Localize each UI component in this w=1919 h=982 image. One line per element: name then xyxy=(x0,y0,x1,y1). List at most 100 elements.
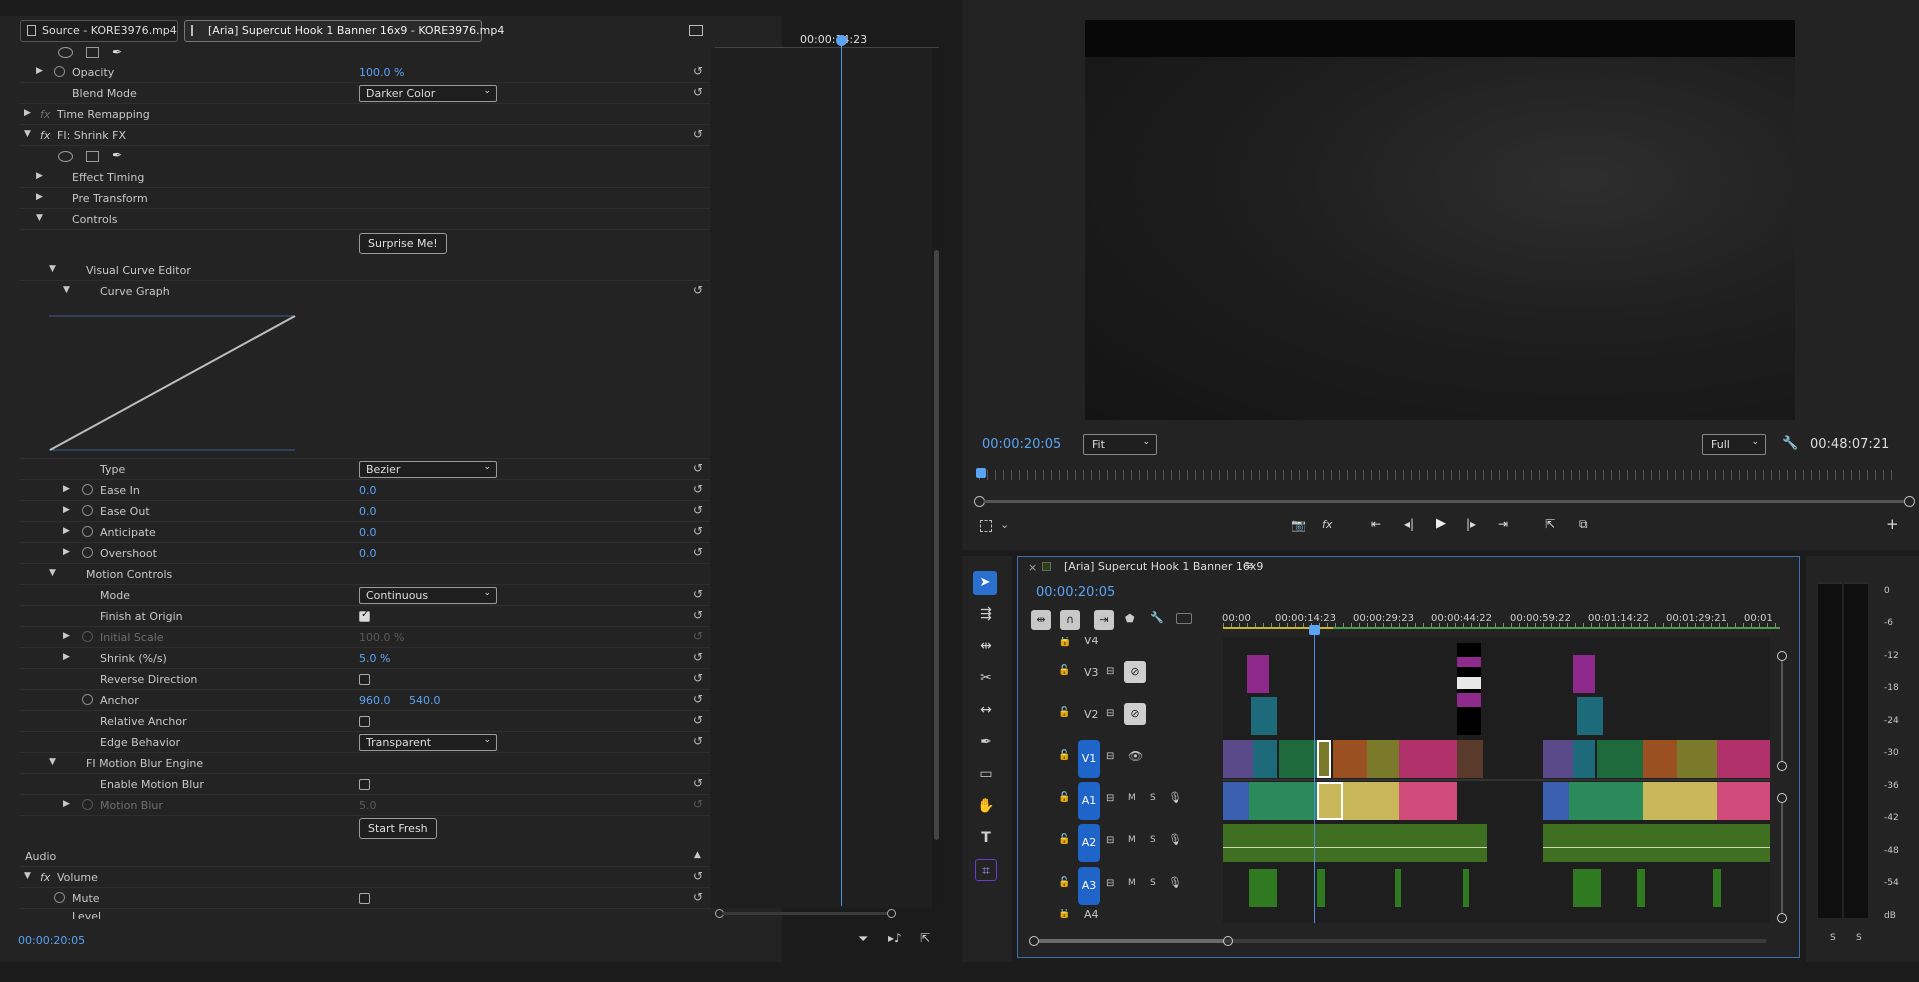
clip-a1[interactable] xyxy=(1399,782,1457,820)
sync-lock-icon[interactable]: ⊟ xyxy=(1106,793,1114,804)
chevron-right-icon[interactable]: ▶ xyxy=(63,631,73,641)
edge-behavior-dropdown[interactable]: Transparent ⌄ xyxy=(359,734,497,751)
clip-v1[interactable] xyxy=(1543,740,1573,778)
track-target-a2[interactable]: A2 xyxy=(1078,824,1100,862)
anticipate-value[interactable]: 0.0 xyxy=(359,526,377,539)
wrench-icon[interactable]: 🔧 xyxy=(1782,436,1798,451)
v-scroll-video[interactable] xyxy=(1777,651,1787,771)
meter-solo-right[interactable]: S xyxy=(1856,933,1862,943)
eye-icon[interactable]: 👁 xyxy=(1128,749,1143,763)
chevron-right-icon[interactable]: ▶ xyxy=(63,484,73,494)
marquee-select-icon[interactable] xyxy=(980,520,992,532)
enable-blur-checkbox[interactable] xyxy=(359,779,370,790)
clip-a1-selected[interactable] xyxy=(1317,782,1343,820)
step-back-icon[interactable]: ◂| xyxy=(1404,517,1414,531)
rect-mask-icon[interactable] xyxy=(86,47,99,58)
effect-timecode[interactable]: 00:00:20:05 xyxy=(18,934,85,947)
export-frame-icon[interactable]: ⇱ xyxy=(1545,517,1555,531)
add-button-icon[interactable]: + xyxy=(1886,515,1899,533)
clip-v1[interactable] xyxy=(1333,740,1367,778)
tab-source[interactable]: Source - KORE3976.mp4 xyxy=(20,20,178,42)
chevron-right-icon[interactable]: ▶ xyxy=(63,547,73,557)
play-audio-icon[interactable]: ▸♪ xyxy=(888,931,902,945)
clip-v3[interactable] xyxy=(1457,677,1481,689)
sync-lock-icon[interactable]: ⊟ xyxy=(1106,878,1114,889)
clip-a1[interactable] xyxy=(1249,782,1317,820)
chevron-right-icon[interactable]: ▶ xyxy=(36,192,46,202)
reset-icon[interactable]: ↺ xyxy=(690,546,706,558)
export-icon[interactable]: ⇱ xyxy=(920,931,930,945)
stopwatch-icon[interactable] xyxy=(54,66,65,77)
clip-a3[interactable] xyxy=(1573,869,1601,907)
stopwatch-icon[interactable] xyxy=(82,484,93,495)
opacity-value[interactable]: 100.0 % xyxy=(359,66,404,79)
camera-icon[interactable]: 📷 xyxy=(1291,518,1306,532)
chevron-down-icon[interactable]: ▼ xyxy=(24,871,34,881)
clip-a3[interactable] xyxy=(1713,869,1721,907)
collapse-up-icon[interactable]: ▲ xyxy=(694,850,701,860)
clip-v1[interactable] xyxy=(1367,740,1399,778)
chevron-down-icon[interactable]: ▼ xyxy=(49,568,59,578)
rect-mask-icon[interactable] xyxy=(86,151,99,162)
sync-lock-icon[interactable]: ⊟ xyxy=(1106,708,1114,719)
clip-v1[interactable] xyxy=(1677,740,1717,778)
type-tool-icon[interactable]: T xyxy=(975,827,997,849)
clip-v2[interactable] xyxy=(1457,707,1481,735)
lock-icon[interactable]: 🔓 xyxy=(1058,707,1070,718)
fit-dropdown[interactable]: Fit ⌄ xyxy=(1083,434,1157,455)
chevron-right-icon[interactable]: ▶ xyxy=(63,652,73,662)
chevron-right-icon[interactable]: ▶ xyxy=(24,108,34,118)
mute-button[interactable]: M xyxy=(1128,878,1136,888)
clip-v1[interactable] xyxy=(1457,740,1483,778)
selection-tool-icon[interactable]: ➤ xyxy=(973,571,997,595)
reverse-checkbox[interactable] xyxy=(359,674,370,685)
mic-icon[interactable]: 🎙 xyxy=(1168,876,1182,889)
lock-icon[interactable]: 🔓 xyxy=(1058,665,1070,676)
anchor-y-value[interactable]: 540.0 xyxy=(409,694,441,707)
clip-a1[interactable] xyxy=(1343,782,1399,820)
linked-selection-icon[interactable]: ∩ xyxy=(1060,610,1080,630)
clip-a1[interactable] xyxy=(1569,782,1643,820)
step-forward-icon[interactable]: |▸ xyxy=(1466,517,1476,531)
mute-button[interactable]: M xyxy=(1128,835,1136,845)
ellipse-mask-icon[interactable] xyxy=(58,47,73,58)
comparison-icon[interactable]: ⧉ xyxy=(1579,517,1588,532)
chevron-down-icon[interactable]: ⌄ xyxy=(1000,518,1009,531)
clip-a3[interactable] xyxy=(1249,869,1277,907)
chevron-right-icon[interactable]: ▶ xyxy=(36,66,46,76)
eye-hidden-icon[interactable]: ⊘ xyxy=(1124,703,1146,725)
relative-anchor-checkbox[interactable] xyxy=(359,716,370,727)
clip-v1[interactable] xyxy=(1643,740,1677,778)
reset-icon[interactable]: ↺ xyxy=(690,777,706,789)
clip-a2[interactable] xyxy=(1543,824,1770,862)
sync-lock-icon[interactable]: ⊟ xyxy=(1106,835,1114,846)
solo-button[interactable]: S xyxy=(1150,793,1156,803)
clip-a2[interactable] xyxy=(1223,824,1487,862)
menu-icon[interactable]: ≡ xyxy=(1245,559,1254,572)
play-icon[interactable]: ▶ xyxy=(1436,516,1446,531)
clip-v1[interactable] xyxy=(1597,740,1643,778)
lock-icon[interactable]: 🔓 xyxy=(1058,637,1072,647)
reset-icon[interactable]: ↺ xyxy=(690,504,706,516)
stopwatch-icon[interactable] xyxy=(82,526,93,537)
rectangle-tool-icon[interactable]: ▭ xyxy=(975,763,997,785)
clip-a1[interactable] xyxy=(1223,782,1249,820)
clip-v3[interactable] xyxy=(1573,655,1595,693)
type-dropdown[interactable]: Bezier ⌄ xyxy=(359,461,497,478)
reset-icon[interactable]: ↺ xyxy=(690,462,706,474)
chevron-down-icon[interactable]: ▼ xyxy=(36,213,46,223)
clip-a3[interactable] xyxy=(1463,869,1469,907)
shrink-value[interactable]: 5.0 % xyxy=(359,652,390,665)
go-to-out-icon[interactable]: ⇥ xyxy=(1498,517,1508,531)
settings-wrench-icon[interactable]: 🔧 xyxy=(1150,611,1164,624)
clip-v2[interactable] xyxy=(1457,693,1481,707)
clip-a1[interactable] xyxy=(1717,782,1770,820)
reset-icon[interactable]: ↺ xyxy=(690,735,706,747)
ease-in-value[interactable]: 0.0 xyxy=(359,484,377,497)
mute-button[interactable]: M xyxy=(1128,793,1136,803)
fx-toggle-icon[interactable]: fx xyxy=(1322,518,1332,531)
panel-layout-icon[interactable] xyxy=(689,25,703,36)
timeline-playhead-handle[interactable] xyxy=(1309,625,1320,635)
chevron-right-icon[interactable]: ▶ xyxy=(63,505,73,515)
clip-v1[interactable] xyxy=(1573,740,1595,778)
